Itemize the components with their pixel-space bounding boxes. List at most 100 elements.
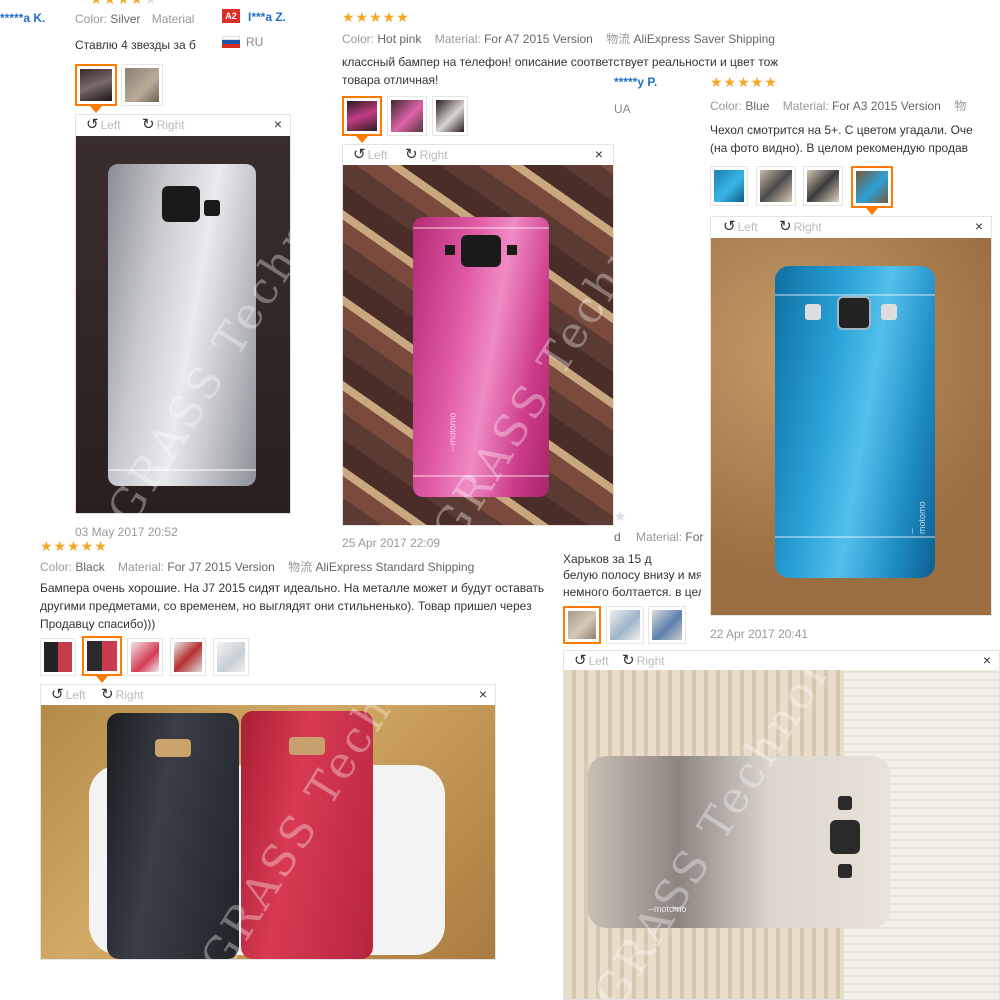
shipping-value: AliExpress Standard Shipping xyxy=(315,560,475,574)
viewer-toolbar: ↺ Left ↻ Right × xyxy=(564,651,999,671)
material-label: Material xyxy=(151,12,195,26)
rating-stars: ★★★★★ xyxy=(90,0,158,6)
brand-logo: --motomo xyxy=(648,904,687,914)
review-text-line: классный бампер на телефон! описание соо… xyxy=(342,55,779,69)
rotate-right-button[interactable]: ↻ Right xyxy=(405,147,448,162)
rating-stars: ★★★★★ xyxy=(710,74,778,90)
review-photo-thumb[interactable] xyxy=(342,96,382,136)
review-photo-thumb[interactable] xyxy=(756,166,796,206)
review-text-line: (на фото видно). В целом рекомендую прод… xyxy=(710,141,968,155)
rotate-right-button[interactable]: ↻ Right xyxy=(779,219,822,234)
review-photo-thumb[interactable] xyxy=(648,606,686,644)
camera-cutout-icon xyxy=(162,186,200,222)
review-photo: --motomo GRASS Technology xyxy=(564,670,999,999)
color-value: Black xyxy=(75,560,105,574)
review-photo-thumb[interactable] xyxy=(121,64,163,106)
viewer-toolbar: ↺ Left ↻ Right × xyxy=(343,145,613,165)
review-photo: GRASS Technology xyxy=(41,705,495,959)
rotate-left-icon: ↺ xyxy=(723,218,736,235)
photo-viewer: ↺ Left ↻ Right × --motomo GRASS Technolo… xyxy=(563,650,1000,1000)
color-label: Color: xyxy=(342,32,375,46)
review-text-line: Продавцу спасибо))) xyxy=(40,617,156,631)
camera-cutout-icon xyxy=(837,296,871,330)
review-photo-thumb[interactable] xyxy=(82,636,122,676)
blue-case-image: --motomo xyxy=(775,266,935,578)
material-value: For xyxy=(685,530,704,544)
reviewer-name[interactable]: I***a Z. xyxy=(248,10,286,24)
black-case-image xyxy=(107,713,239,959)
russia-flag-icon xyxy=(222,36,240,48)
rotate-right-button[interactable]: ↻ Right xyxy=(622,653,665,668)
rating-stars: ★★★★★ xyxy=(40,538,108,554)
close-viewer-button[interactable]: × xyxy=(595,146,603,162)
rotate-left-button[interactable]: ↺ Left xyxy=(51,687,86,702)
review-photo-thumb[interactable] xyxy=(851,166,893,208)
pink-case-image: --motomo xyxy=(413,217,549,497)
review-photo: GRASS Technology xyxy=(76,136,290,513)
photo-viewer: ↺ Left ↻ Right × --motomo GRASS Technolo… xyxy=(342,144,614,526)
sku-attributes: d Material: For xyxy=(614,530,704,544)
review-photo-thumb[interactable] xyxy=(170,638,206,676)
review-date: 03 May 2017 20:52 xyxy=(75,525,178,539)
review-photo-thumb[interactable] xyxy=(563,606,601,644)
rotate-left-icon: ↺ xyxy=(86,116,99,133)
review-photo-thumb[interactable] xyxy=(606,606,644,644)
material-label: Material: xyxy=(636,530,683,544)
shipping-label: 物流 xyxy=(288,560,313,574)
selected-pointer-icon xyxy=(866,208,878,215)
sku-attributes: Color: Blue Material: For A3 2015 Versio… xyxy=(710,97,1000,114)
review-photo: --motomo GRASS Technology xyxy=(343,165,613,525)
color-value: Silver xyxy=(110,12,141,26)
rotate-left-button[interactable]: ↺ Left xyxy=(86,117,121,132)
rotate-left-button[interactable]: ↺ Left xyxy=(353,147,388,162)
rotate-right-button[interactable]: ↻ Right xyxy=(101,687,144,702)
rotate-right-icon: ↻ xyxy=(405,146,418,163)
color-label: Color: xyxy=(75,12,108,26)
close-viewer-button[interactable]: × xyxy=(983,652,991,668)
review-photo-thumb[interactable] xyxy=(213,638,249,676)
review-photo-thumb[interactable] xyxy=(40,638,76,676)
shipping-label: 物流 xyxy=(606,32,631,46)
rotate-right-label: Right xyxy=(156,117,185,132)
rotate-left-label: Left xyxy=(100,117,121,132)
silver-case-image xyxy=(108,164,256,486)
close-viewer-button[interactable]: × xyxy=(975,218,983,234)
rotate-left-label: Left xyxy=(588,653,609,668)
reviewer-name[interactable]: *****a K. xyxy=(0,11,45,25)
rotate-left-icon: ↺ xyxy=(51,686,64,703)
review-photo-thumb[interactable] xyxy=(432,96,468,136)
review-photo-thumb[interactable] xyxy=(387,96,427,136)
rotate-left-button[interactable]: ↺ Left xyxy=(574,653,609,668)
viewer-toolbar: ↺ Left ↻ Right × xyxy=(76,115,290,135)
close-viewer-button[interactable]: × xyxy=(274,116,282,132)
selected-pointer-icon xyxy=(96,676,108,683)
review-photo-thumb[interactable] xyxy=(75,64,117,106)
material-value: For A7 2015 Version xyxy=(484,32,593,46)
rotate-left-label: Left xyxy=(367,147,388,162)
shipping-value: AliExpress Saver Shipping xyxy=(633,32,775,46)
review-photo-thumb[interactable] xyxy=(803,166,843,206)
review-photo-thumb[interactable] xyxy=(127,638,163,676)
review-text-line: другими предметами, со временем, но выгл… xyxy=(40,599,532,613)
level-badge: A2 xyxy=(222,9,240,23)
camera-cutout-icon xyxy=(461,235,501,267)
close-viewer-button[interactable]: × xyxy=(479,686,487,702)
rotate-left-icon: ↺ xyxy=(574,652,587,669)
flash-cutout-icon xyxy=(204,200,220,216)
rotate-right-button[interactable]: ↻ Right xyxy=(142,117,185,132)
photo-viewer: ↺ Left ↻ Right × GRASS Technology xyxy=(75,114,291,514)
rotate-left-button[interactable]: ↺ Left xyxy=(723,219,758,234)
selected-pointer-icon xyxy=(356,136,368,143)
rotate-left-icon: ↺ xyxy=(353,146,366,163)
brand-logo: --motomo xyxy=(447,412,458,452)
review-date: 25 Apr 2017 22:09 xyxy=(342,536,441,550)
reviewer-name[interactable]: *****y P. xyxy=(614,75,657,89)
review-photo-thumb[interactable] xyxy=(710,166,748,206)
selected-pointer-icon xyxy=(90,106,102,113)
camera-cutout-icon xyxy=(830,820,860,854)
rating-stars: ★ xyxy=(614,508,628,524)
rotate-right-label: Right xyxy=(636,653,665,668)
gold-case-image: --motomo xyxy=(588,756,890,928)
rotate-right-icon: ↻ xyxy=(101,686,114,703)
rotate-left-label: Left xyxy=(737,219,758,234)
